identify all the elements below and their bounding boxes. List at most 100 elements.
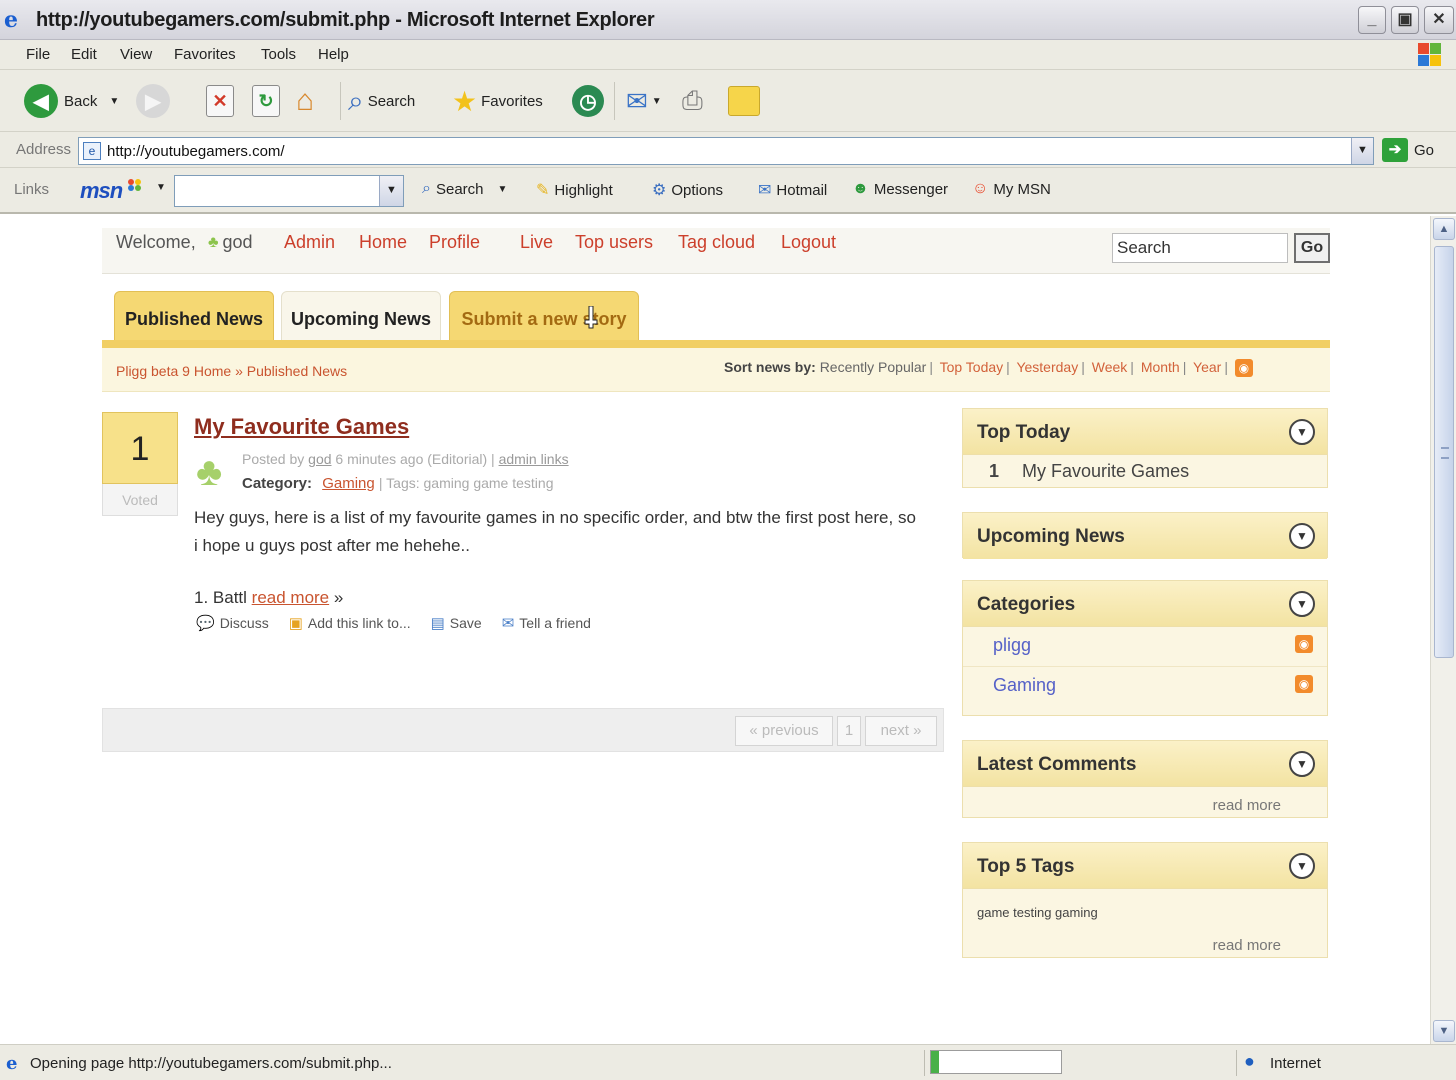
top-tags-read-more[interactable]: read more — [1213, 937, 1281, 954]
msn-search-label: Search — [435, 180, 484, 198]
rss-icon[interactable]: ◉ — [1295, 635, 1313, 653]
tab-upcoming-news[interactable]: Upcoming News — [281, 291, 441, 341]
scroll-thumb[interactable] — [1434, 246, 1454, 658]
search-icon: ⌕ — [422, 180, 431, 197]
top-tags-header[interactable]: Top 5 Tags ▼ — [963, 843, 1327, 889]
upcoming-header[interactable]: Upcoming News ▼ — [963, 513, 1327, 559]
collapse-toggle-icon[interactable]: ▼ — [1289, 591, 1315, 617]
next-page-button[interactable]: next » — [865, 716, 937, 746]
sort-month[interactable]: Month — [1141, 359, 1180, 375]
story-title[interactable]: My Favourite Games — [194, 414, 409, 440]
top-today-header[interactable]: Top Today ▼ — [963, 409, 1327, 455]
msn-search-button[interactable]: ⌕ Search ▼ — [422, 180, 507, 198]
go-label: Go — [1414, 141, 1435, 159]
msn-logo[interactable]: msn — [80, 178, 123, 204]
site-search-input[interactable]: Search — [1112, 233, 1288, 263]
menu-view[interactable]: View — [120, 46, 152, 63]
top-today-item-title: My Favourite Games — [1022, 461, 1190, 481]
mail-button[interactable]: ✉ ▼ — [626, 82, 662, 120]
stop-button[interactable]: ✕ — [206, 82, 234, 120]
discuss-link[interactable]: 💬 Discuss — [196, 614, 269, 632]
site-search-go-button[interactable]: Go — [1294, 233, 1330, 263]
latest-comments-read-more[interactable]: read more — [1213, 797, 1281, 814]
nav-logout[interactable]: Logout — [781, 232, 836, 253]
admin-links[interactable]: admin links — [499, 451, 569, 467]
address-dropdown-icon[interactable]: ▼ — [1351, 138, 1373, 164]
top-today-item[interactable]: 1 My Favourite Games — [963, 455, 1327, 482]
sort-recently-popular[interactable]: Recently Popular — [820, 359, 927, 375]
msn-dropdown-icon[interactable]: ▼ — [156, 182, 166, 193]
messenger-link[interactable]: ☻ Messenger — [852, 180, 948, 198]
back-button[interactable]: ◀ Back ▼ — [24, 82, 119, 120]
collapse-toggle-icon[interactable]: ▼ — [1289, 419, 1315, 445]
search-toolbar-button[interactable]: ⌕ Search — [348, 82, 415, 120]
maximize-button[interactable]: ▣ — [1391, 6, 1419, 34]
msn-search-dropdown-arrow-icon[interactable]: ▼ — [498, 184, 508, 195]
notes-button[interactable] — [728, 82, 760, 120]
vertical-scrollbar[interactable]: ▲ ▼ — [1430, 216, 1456, 1044]
favorites-button[interactable]: ★ Favorites — [452, 82, 543, 120]
tab-submit-story[interactable]: Submit a new story — [449, 291, 639, 341]
print-button[interactable]: ⎙ — [682, 82, 703, 120]
highlight-button[interactable]: ✎ Highlight — [536, 180, 613, 200]
save-link[interactable]: ▤ Save — [431, 614, 482, 632]
page-number[interactable]: 1 — [837, 716, 861, 746]
menu-tools[interactable]: Tools — [261, 46, 296, 63]
menu-favorites[interactable]: Favorites — [174, 46, 236, 63]
vote-count[interactable]: 1 — [102, 412, 178, 484]
tell-friend-link[interactable]: ✉ Tell a friend — [502, 614, 591, 632]
read-more-link[interactable]: read more — [252, 588, 329, 607]
minimize-button[interactable]: _ — [1358, 6, 1386, 34]
tab-published-news[interactable]: Published News — [114, 291, 274, 341]
nav-admin[interactable]: Admin — [284, 232, 335, 253]
my-msn-link[interactable]: ☺ My MSN — [972, 180, 1051, 198]
rss-icon[interactable]: ◉ — [1234, 359, 1253, 378]
msn-search-input[interactable]: ▼ — [174, 175, 404, 207]
author-link[interactable]: god — [308, 451, 331, 467]
address-input[interactable]: e http://youtubegamers.com/ ▼ — [78, 137, 1374, 165]
home-button[interactable]: ⌂ — [296, 82, 314, 120]
history-button[interactable]: ◷ — [572, 82, 604, 120]
dropdown-arrow-icon[interactable]: ▼ — [109, 96, 119, 107]
categories-header[interactable]: Categories ▼ — [963, 581, 1327, 627]
collapse-toggle-icon[interactable]: ▼ — [1289, 853, 1315, 879]
menu-help[interactable]: Help — [318, 46, 349, 63]
forward-arrow-icon: ▶ — [136, 84, 170, 118]
username-link[interactable]: ♣ god — [208, 232, 253, 253]
scroll-up-icon[interactable]: ▲ — [1433, 218, 1455, 240]
sort-year[interactable]: Year — [1193, 359, 1221, 375]
tag-cloud[interactable]: game testing gaming — [977, 905, 1098, 920]
highlight-label: Highlight — [554, 181, 613, 199]
options-button[interactable]: ⚙ Options — [652, 180, 723, 200]
links-label[interactable]: Links — [14, 181, 49, 198]
category-link[interactable]: Gaming — [322, 475, 375, 492]
nav-top-users[interactable]: Top users — [575, 232, 653, 253]
sort-yesterday[interactable]: Yesterday — [1016, 359, 1078, 375]
refresh-button[interactable]: ↻ — [252, 82, 280, 120]
rss-icon[interactable]: ◉ — [1295, 675, 1313, 693]
add-link-to[interactable]: ▣ Add this link to... — [289, 614, 411, 632]
category-link-gaming[interactable]: Gaming — [993, 675, 1056, 695]
top-today-title: Top Today — [977, 422, 1071, 443]
windows-flag-icon — [1418, 43, 1442, 67]
menu-file[interactable]: File — [26, 46, 50, 63]
breadcrumb[interactable]: Pligg beta 9 Home » Published News — [116, 363, 347, 379]
hotmail-link[interactable]: ✉ Hotmail — [758, 180, 827, 200]
menu-edit[interactable]: Edit — [71, 46, 97, 63]
close-button[interactable]: ✕ — [1424, 6, 1454, 34]
collapse-toggle-icon[interactable]: ▼ — [1289, 523, 1315, 549]
msn-search-dropdown-icon[interactable]: ▼ — [379, 176, 403, 206]
nav-tag-cloud[interactable]: Tag cloud — [678, 232, 755, 253]
previous-page-button[interactable]: « previous — [735, 716, 833, 746]
latest-comments-header[interactable]: Latest Comments ▼ — [963, 741, 1327, 787]
nav-profile[interactable]: Profile — [429, 232, 480, 253]
category-link-pligg[interactable]: pligg — [993, 635, 1031, 655]
nav-live[interactable]: Live — [520, 232, 553, 253]
sort-week[interactable]: Week — [1092, 359, 1128, 375]
sort-top-today[interactable]: Top Today — [940, 359, 1004, 375]
collapse-toggle-icon[interactable]: ▼ — [1289, 751, 1315, 777]
address-go-button[interactable]: ➔ Go — [1382, 138, 1434, 162]
forward-button[interactable]: ▶ — [136, 82, 170, 120]
nav-home[interactable]: Home — [359, 232, 407, 253]
scroll-down-icon[interactable]: ▼ — [1433, 1020, 1455, 1042]
